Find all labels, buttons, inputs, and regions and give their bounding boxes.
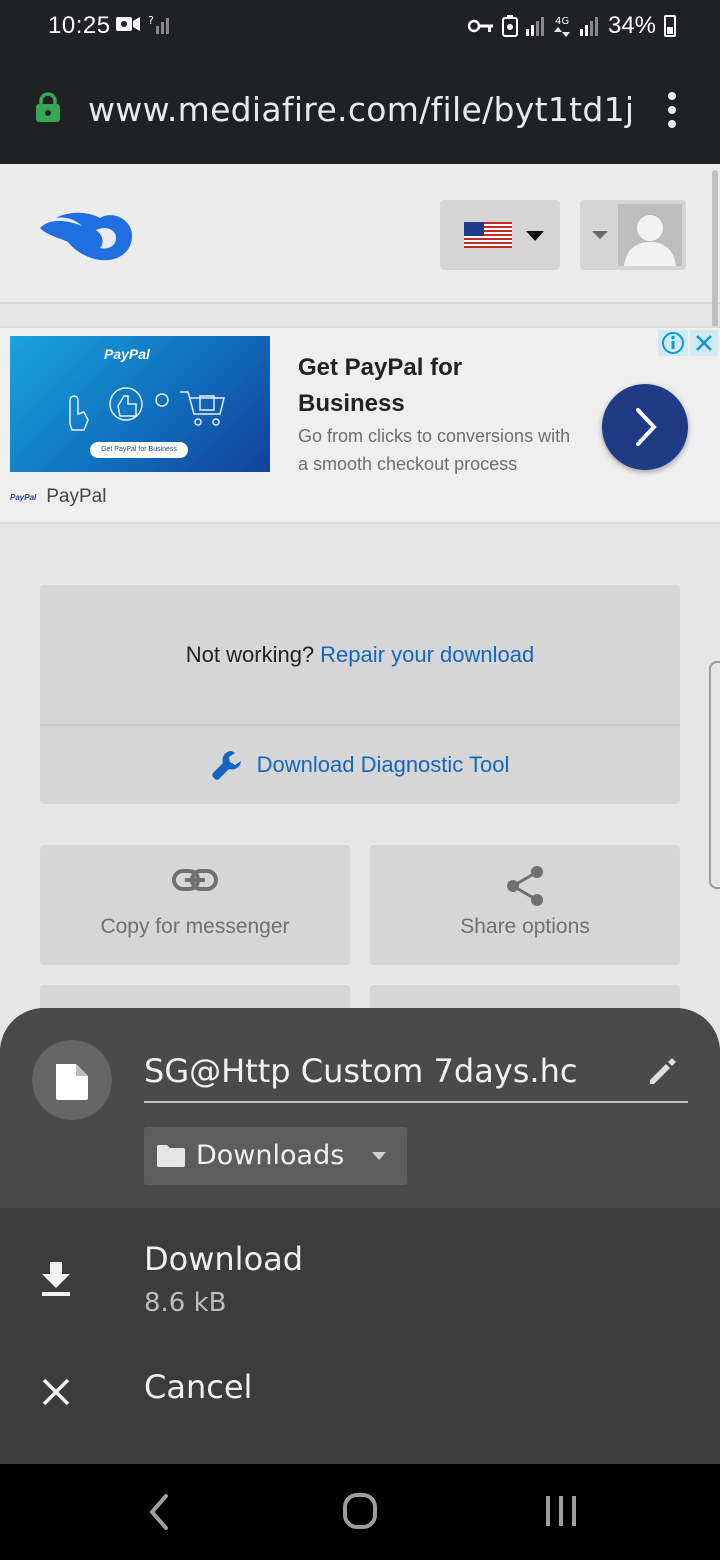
- signal-bars-icon: [525, 17, 544, 36]
- advertiser-name: PayPal: [46, 486, 107, 507]
- file-icon: [56, 1064, 88, 1100]
- network-type-icon: 4G: [553, 16, 570, 37]
- folder-dropdown[interactable]: Downloads: [144, 1127, 407, 1185]
- download-file-panel: SG@Http Custom 7days.hc Downloads: [0, 1008, 720, 1208]
- video-camera-icon: [116, 17, 140, 31]
- edit-pencil-icon[interactable]: [646, 1056, 678, 1088]
- ad-description: Go from clicks to conversions with a smo…: [298, 426, 571, 474]
- copy-for-messenger-label: Copy for messenger: [100, 915, 290, 938]
- folder-label: Downloads: [196, 1140, 345, 1171]
- folder-icon: [157, 1145, 185, 1167]
- ad-banner-image[interactable]: PayPal Get PayPal for Business: [10, 336, 270, 472]
- home-icon[interactable]: [342, 1492, 378, 1530]
- battery-icon: [664, 15, 676, 37]
- battery-percent: 34%: [607, 12, 656, 39]
- advertiser-logo: PayPal: [10, 492, 37, 502]
- svg-text:?: ?: [148, 14, 154, 27]
- file-name-underline: [144, 1101, 688, 1103]
- site-header: [0, 164, 720, 304]
- cancel-action[interactable]: Cancel: [0, 1352, 720, 1432]
- link-icon-wrap: [40, 865, 350, 895]
- wrench-icon: [211, 751, 241, 780]
- signal-bars-icon-2: [579, 17, 598, 36]
- recent-apps-icon[interactable]: [542, 1494, 580, 1528]
- chevron-down-icon: [526, 231, 544, 241]
- account-menu[interactable]: [580, 200, 686, 270]
- status-right: 4G 34%: [467, 12, 676, 40]
- close-icon: [696, 335, 712, 351]
- url-text[interactable]: www.mediafire.com/file/byt1td1jifc: [88, 90, 632, 129]
- share-icon-wrap: [370, 865, 680, 907]
- chevron-down-icon: [372, 1152, 386, 1160]
- data-saver-icon: [501, 15, 518, 37]
- share-options-button[interactable]: Share options: [370, 845, 680, 965]
- advertisement[interactable]: PayPal Get PayPal for Business PayPal Pa…: [0, 326, 720, 524]
- no-signal-icon: ?: [148, 14, 169, 34]
- repair-download-link[interactable]: Repair your download: [320, 642, 534, 668]
- diagnostic-tool-link[interactable]: Download Diagnostic Tool: [40, 726, 680, 804]
- ad-illustration: [69, 387, 225, 431]
- repair-prefix: Not working?: [185, 642, 315, 667]
- ad-open-button[interactable]: [602, 384, 688, 470]
- share-options-label: Share options: [460, 915, 590, 938]
- user-avatar-icon: [618, 204, 682, 266]
- chevron-right-icon: [636, 408, 657, 446]
- edge-panel-handle[interactable]: [709, 661, 720, 889]
- ad-title[interactable]: Get PayPal for Business: [298, 350, 558, 422]
- cancel-label: Cancel: [144, 1368, 253, 1406]
- download-bottom-sheet: SG@Http Custom 7days.hc Downloads Downlo…: [0, 1008, 720, 1464]
- download-icon: [42, 1262, 70, 1296]
- file-name-field[interactable]: SG@Http Custom 7days.hc: [144, 1052, 577, 1090]
- chevron-down-icon: [592, 231, 608, 239]
- us-flag-icon: [464, 222, 512, 248]
- vpn-key-icon: [467, 19, 493, 33]
- status-bar: 10:25 ? 4G 34%: [0, 0, 720, 56]
- lock-icon: [36, 92, 60, 122]
- system-navigation-bar: [0, 1464, 720, 1560]
- download-action[interactable]: Download 8.6 kB: [0, 1224, 720, 1334]
- ad-info-button[interactable]: [658, 330, 688, 356]
- svg-text:4G: 4G: [555, 16, 569, 27]
- ad-banner-logo: PayPal: [104, 346, 150, 362]
- language-selector[interactable]: [440, 200, 560, 270]
- close-icon: [42, 1378, 70, 1406]
- share-icon: [507, 866, 543, 906]
- ad-advertiser: PayPal PayPal: [10, 486, 106, 508]
- repair-panel: Not working? Repair your download Downlo…: [40, 585, 680, 804]
- info-icon: [662, 332, 684, 354]
- more-vert-icon[interactable]: [660, 90, 684, 130]
- mediafire-flame-icon[interactable]: [38, 208, 134, 264]
- status-left-icons: ?: [116, 14, 170, 34]
- ad-banner-button: Get PayPal for Business: [90, 442, 188, 458]
- link-icon: [172, 869, 218, 891]
- ad-close-button[interactable]: [690, 330, 718, 356]
- browser-url-bar[interactable]: www.mediafire.com/file/byt1td1jifc: [0, 56, 720, 164]
- diagnostic-tool-label: Download Diagnostic Tool: [256, 752, 510, 777]
- download-label: Download: [144, 1240, 304, 1278]
- file-icon-wrap: [32, 1040, 112, 1120]
- copy-for-messenger-button[interactable]: Copy for messenger: [40, 845, 350, 965]
- status-time: 10:25: [48, 12, 111, 39]
- download-size: 8.6 kB: [144, 1288, 227, 1318]
- back-icon[interactable]: [142, 1492, 176, 1532]
- repair-row: Not working? Repair your download: [40, 585, 680, 725]
